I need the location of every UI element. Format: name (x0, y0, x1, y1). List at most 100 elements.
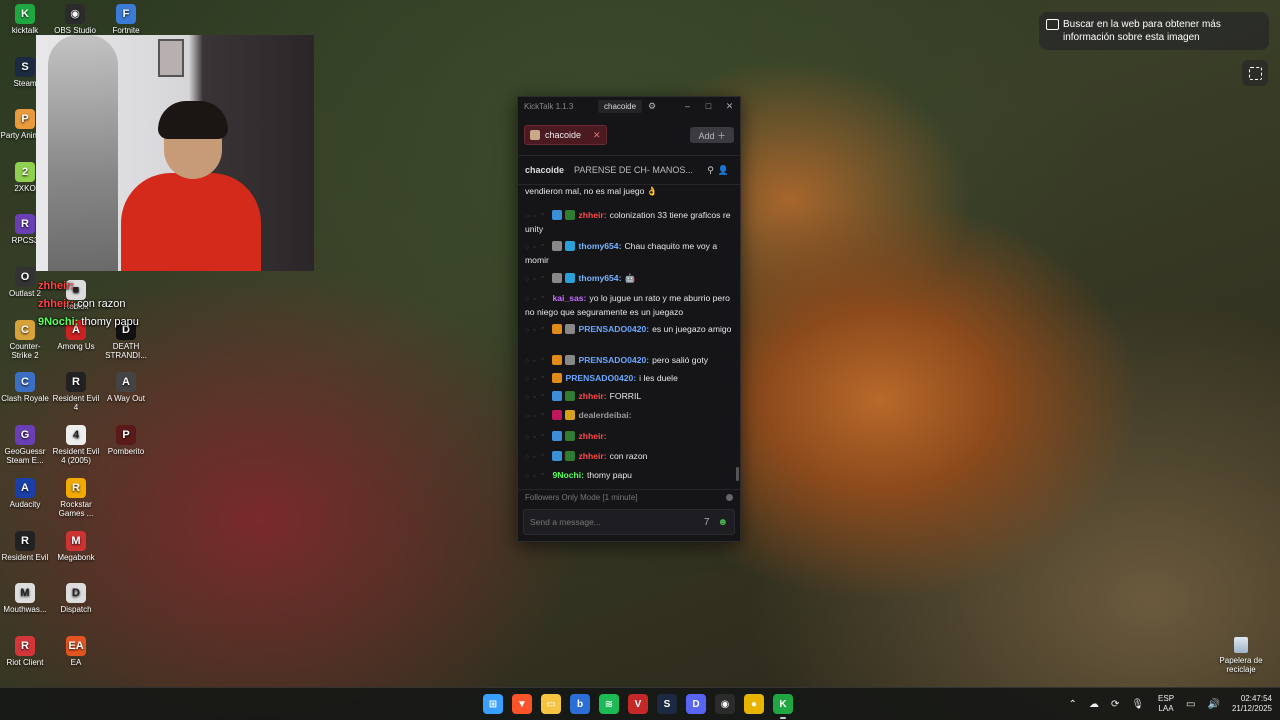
lens-search-prompt[interactable]: Buscar en la web para obtener más inform… (1039, 12, 1269, 50)
message-tools-icon[interactable]: ○ ▫ ⌃ (525, 470, 546, 481)
explorer-icon[interactable]: ▭ (541, 694, 561, 714)
desktop-icon-label: Counter-Strike 2 (9, 342, 41, 360)
spotify-icon[interactable]: ≋ (599, 694, 619, 714)
message-tools-icon[interactable]: ○ ▫ ⌃ (525, 355, 546, 368)
chat-message[interactable]: ○ ▫ ⌃ zhheir: (525, 430, 732, 444)
desktop-icon[interactable]: C Clash Royale (0, 372, 50, 403)
desktop-icon[interactable]: R Rockstar Games ... (51, 478, 101, 518)
chat-message[interactable]: ○ ▫ ⌃ PRENSADO0420: pero salió goty (525, 354, 732, 368)
network-icon[interactable]: ▭ (1186, 699, 1195, 710)
kick-emote-icon[interactable]: ☻ (717, 517, 728, 528)
chat-message[interactable]: ○ ▫ ⌃ zhheir: con razon (525, 450, 732, 464)
message-tools-icon[interactable]: ○ ▫ ⌃ (525, 451, 546, 464)
info-icon[interactable] (726, 493, 733, 501)
language-indicator[interactable]: ESP LAA (1158, 694, 1174, 714)
message-tools-icon[interactable]: ○ ▫ ⌃ (525, 324, 546, 337)
message-tools-icon[interactable]: ○ ▫ ⌃ (525, 241, 546, 254)
close-tab-icon[interactable]: ✕ (593, 130, 601, 141)
chat-username[interactable]: kai_sas: (552, 293, 586, 303)
message-tools-icon[interactable]: ○ ▫ ⌃ (525, 431, 546, 444)
desktop-icon[interactable]: A Audacity (0, 478, 50, 509)
desktop-icon-label: Clash Royale (1, 394, 49, 403)
message-tools-icon[interactable]: ○ ▫ ⌃ (525, 391, 546, 404)
chat-username[interactable]: zhheir: (578, 391, 606, 401)
channel-tabs: chacoide ✕ Add ＋ (518, 115, 740, 156)
chat-username[interactable]: PRENSADO0420: (565, 373, 636, 383)
clock[interactable]: 02:47:54 21/12/2025 (1232, 694, 1272, 714)
chat-message[interactable]: ○ ▫ ⌃ dealerdeibai: (525, 409, 732, 423)
chat-username[interactable]: thomy654: (578, 273, 621, 283)
desktop-icon[interactable]: EA EA (51, 636, 101, 667)
followers-only-mode: Followers Only Mode [1 minute] (525, 492, 638, 502)
chat-username[interactable]: PRENSADO0420: (578, 355, 649, 365)
desktop-icon[interactable]: 4 Resident Evil 4 (2005) (51, 425, 101, 465)
brave-icon[interactable]: ▼ (512, 694, 532, 714)
obs-icon[interactable]: ◉ (715, 694, 735, 714)
header-actions[interactable]: ⚲👤 (707, 165, 733, 176)
chat-message[interactable]: ○ ▫ ⌃ zhheir: FORRIL (525, 390, 732, 404)
user-badge-icon (565, 391, 576, 401)
message-input[interactable]: Send a message... 7 ☻ (523, 509, 735, 535)
desktop-icon[interactable]: D Dispatch (51, 583, 101, 614)
chat-message[interactable]: ○ ▫ ⌃ 9Nochi: thomy papu (525, 469, 732, 481)
maximize-button[interactable]: □ (698, 101, 719, 112)
desktop-icon[interactable]: Kkicktalk (0, 4, 50, 35)
volume-icon[interactable]: 🔊 (1208, 699, 1220, 710)
titlebar-channel[interactable]: chacoide (598, 99, 643, 113)
seventv-emote-icon[interactable]: 7 (704, 517, 710, 528)
chat-message[interactable]: ○ ▫ ⌃ thomy654: Chau chaquito me voy a mom… (525, 240, 732, 267)
steam-icon[interactable]: S (657, 694, 677, 714)
chat-message[interactable]: ○ ▫ ⌃ PRENSADO0420: i les duele (525, 372, 732, 386)
sync-icon[interactable]: ⟳ (1111, 699, 1119, 710)
message-tools-icon[interactable]: ○ ▫ ⌃ (525, 273, 546, 286)
minimize-button[interactable]: – (677, 101, 698, 112)
voicemeeter-icon[interactable]: V (628, 694, 648, 714)
gear-icon[interactable]: ⚙ (648, 101, 656, 112)
chevron-up-icon[interactable]: ⌃ (1069, 699, 1077, 710)
desktop-icon[interactable]: M Megabonk (51, 531, 101, 562)
desktop-icon-label: Pomberito (107, 447, 145, 456)
chat-username[interactable]: zhheir: (578, 210, 606, 220)
microphone-icon[interactable]: 🎙 (1131, 699, 1144, 710)
message-tools-icon[interactable]: ○ ▫ ⌃ (525, 373, 546, 386)
desktop-icon[interactable]: R Resident Evil (0, 531, 50, 562)
desktop-icon[interactable]: F Fortnite (101, 4, 151, 35)
message-tools-icon[interactable]: ○ ▫ ⌃ (525, 410, 546, 423)
user-badge-icon (552, 391, 563, 401)
chat-message[interactable]: ○ ▫ ⌃ PRENSADO0420: es un juegazo amigo (525, 323, 732, 337)
lens-capture-button[interactable] (1242, 60, 1268, 86)
recycle-bin-icon[interactable]: Papelera de reciclaje (1214, 637, 1268, 674)
add-channel-button[interactable]: Add ＋ (690, 127, 734, 143)
desktop-icon[interactable]: R Riot Client (0, 636, 50, 667)
discord-icon[interactable]: D (686, 694, 706, 714)
chat-username[interactable]: dealerdeibai: (578, 410, 631, 420)
cloud-icon[interactable]: ☁ (1089, 699, 1099, 710)
chat-username[interactable]: 9Nochi: (552, 470, 584, 480)
desktop-icon[interactable]: M Mouthwas... (0, 583, 50, 614)
message-tools-icon[interactable]: ○ ▫ ⌃ (525, 210, 546, 223)
chat-message[interactable]: vendieron mal, no es mal juego 👌 (525, 185, 732, 198)
chat-username[interactable]: zhheir: (578, 451, 606, 461)
app-icon: F (116, 4, 136, 24)
desktop-icon[interactable]: G GeoGuessr Steam E... (0, 425, 50, 465)
channel-tab-chacoide[interactable]: chacoide ✕ (524, 125, 607, 145)
desktop-icon[interactable]: A A Way Out (101, 372, 151, 403)
desktop-icon[interactable]: ◉ OBS Studio (50, 4, 100, 35)
start-icon[interactable]: ⊞ (483, 694, 503, 714)
close-button[interactable]: ✕ (719, 101, 740, 112)
desktop-icon[interactable]: R Resident Evil 4 (51, 372, 101, 412)
bing-icon[interactable]: b (570, 694, 590, 714)
chat-message-list[interactable]: vendieron mal, no es mal juego 👌 ○ ▫ ⌃ zhh… (518, 185, 740, 481)
kicktalk-icon[interactable]: K (773, 694, 793, 719)
chat-username[interactable]: zhheir: (578, 431, 606, 441)
chat-scrollbar[interactable] (736, 467, 739, 481)
message-tools-icon[interactable]: ○ ▫ ⌃ (525, 293, 546, 306)
chrome-icon[interactable]: ● (744, 694, 764, 714)
chat-message[interactable]: ○ ▫ ⌃ zhheir: colonization 33 tiene grafic… (525, 209, 732, 236)
desktop-icon[interactable]: P Pomberito (101, 425, 151, 456)
chat-message[interactable]: ○ ▫ ⌃ thomy654: 🤖 (525, 272, 732, 286)
user-badge-icon (552, 324, 563, 334)
chat-username[interactable]: thomy654: (578, 241, 621, 251)
chat-message[interactable]: ○ ▫ ⌃ kai_sas: yo lo jugue un rato y me ab… (525, 292, 732, 319)
chat-username[interactable]: PRENSADO0420: (578, 324, 649, 334)
